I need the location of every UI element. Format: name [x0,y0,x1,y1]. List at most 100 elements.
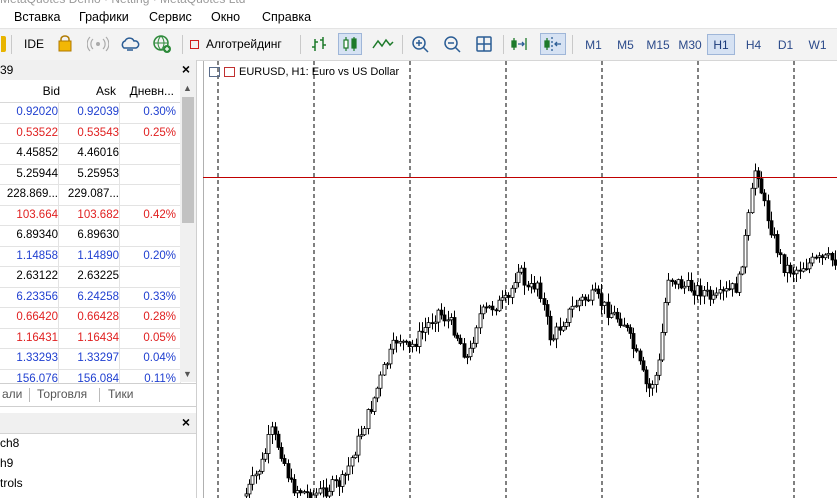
algo-stop-icon [190,39,199,49]
cell-ask: 6.24258 [77,290,119,303]
menu-charts[interactable]: Графики [79,10,129,24]
market-bag-icon[interactable] [54,33,76,55]
navigator-item[interactable]: h9 [0,456,13,470]
timeframe-m5[interactable]: M5 [612,34,639,55]
candle-body [362,428,367,436]
navigator-item[interactable]: trols [0,476,23,490]
column-daily-change[interactable]: Дневн... [130,84,174,98]
candle-body [446,319,451,322]
candle-body [478,313,483,329]
ide-button[interactable]: IDE [20,33,48,55]
candlestick-chart-icon[interactable] [338,33,362,55]
candle-body [724,288,729,292]
scroll-down-icon[interactable]: ▼ [183,369,192,379]
chart-window[interactable]: EURUSD, H1: Euro vs US Dollar [203,61,837,498]
table-row[interactable]: 6.23356 6.24258 0.33% [0,287,181,308]
autoscroll-icon[interactable] [509,33,533,55]
candle-body [602,301,607,306]
cell-bid: 0.92020 [16,106,58,118]
algo-trading-label: Алготрейдинг [206,37,282,51]
table-row[interactable]: 1.33293 1.33297 0.04% [0,349,181,370]
candle-body [404,340,409,343]
zoom-in-icon[interactable] [408,33,432,55]
algo-trading-button[interactable]: Алготрейдинг [190,33,292,55]
candle-body [410,343,415,348]
table-row[interactable]: 6.89340 6.89630 [0,226,181,247]
table-row[interactable]: 103.664 103.682 0.42% [0,205,181,226]
tile-windows-icon[interactable] [472,33,496,55]
menu-window[interactable]: Окно [211,10,240,24]
cell-bid: 2.63122 [16,270,58,282]
table-row[interactable]: 228.869... 229.087... [0,185,181,206]
cell-bid: 1.33293 [16,352,58,364]
timeframe-d1[interactable]: D1 [772,34,799,55]
column-bid[interactable]: Bid [43,84,60,98]
timeframe-h4[interactable]: H4 [740,34,767,55]
navigator-close-icon[interactable]: × [182,414,190,430]
table-row[interactable]: 4.45852 4.46016 [0,144,181,165]
candle-body [766,200,771,222]
candle-body [801,268,806,272]
candle-body [686,279,691,287]
cell-bid: 5.25944 [16,167,58,180]
candle-body [772,234,777,236]
candle-body [426,322,431,328]
table-row[interactable]: 1.16431 1.16434 0.05% [0,328,181,349]
candle-body [727,288,732,291]
menu-tools[interactable]: Сервис [149,10,192,24]
market-watch-scrollbar[interactable]: ▲ ▼ [180,80,196,382]
table-row[interactable]: 0.66420 0.66428 0.28% [0,308,181,329]
candle-body [593,288,598,291]
candle-body [679,279,684,289]
price-chart[interactable] [203,61,837,498]
timeframe-w1[interactable]: W1 [804,34,831,55]
candle-body [439,309,444,316]
tab-details[interactable]: али [2,387,22,401]
candle-body [260,458,265,472]
candle-body [708,289,713,300]
candle-body [711,294,716,300]
candle-body [484,306,489,309]
column-ask[interactable]: Ask [96,84,116,98]
community-globe-icon[interactable] [150,33,174,55]
table-row[interactable]: 0.53522 0.53543 0.25% [0,123,181,144]
zoom-out-icon[interactable] [440,33,464,55]
scroll-up-icon[interactable]: ▲ [183,83,192,93]
navigator-item[interactable]: ch8 [0,436,19,450]
table-row[interactable]: 5.25944 5.25953 [0,164,181,185]
bar-chart-icon[interactable] [306,33,332,55]
candle-body [270,426,275,435]
toolbar-edge-icon[interactable] [0,33,6,55]
tab-ticks[interactable]: Тики [108,387,133,401]
table-row[interactable]: 1.14858 1.14890 0.20% [0,246,181,267]
timeframe-m30[interactable]: M30 [676,34,704,55]
signal-icon[interactable] [86,33,110,55]
timeframe-m1[interactable]: M1 [580,34,607,55]
line-chart-icon[interactable] [370,33,396,55]
close-icon[interactable]: × [182,61,190,77]
main-toolbar: IDE Алготрейдинг M1 M5 M15 M30 H1 H4 D1 … [0,29,837,61]
candle-body [286,463,291,479]
candle-body [564,322,569,327]
candle-body [676,279,681,285]
timeframe-m15[interactable]: M15 [644,34,672,55]
table-row[interactable]: 2.63122 2.63225 [0,267,181,288]
timeframe-h1[interactable]: H1 [707,34,735,55]
candle-body [734,283,739,293]
candle-body [807,262,812,270]
candle-body [622,324,627,327]
menu-insert[interactable]: Вставка [14,10,60,24]
candle-body [282,458,287,464]
menu-help[interactable]: Справка [262,10,311,24]
candle-body [346,465,351,475]
cell-bid: 6.23356 [16,290,58,303]
scroll-thumb[interactable] [182,97,194,223]
candle-body [247,483,252,495]
vps-cloud-icon[interactable] [118,33,142,55]
chart-shift-icon[interactable] [540,33,566,55]
tab-trading[interactable]: Торговля [37,387,87,401]
left-panel: 39 × Bid Ask Дневн... 0.92020 0.92039 0.30… [0,60,197,498]
candle-body [804,268,809,271]
cell-ask: 0.92039 [77,106,119,118]
table-row[interactable]: 0.92020 0.92039 0.30% [0,103,181,124]
